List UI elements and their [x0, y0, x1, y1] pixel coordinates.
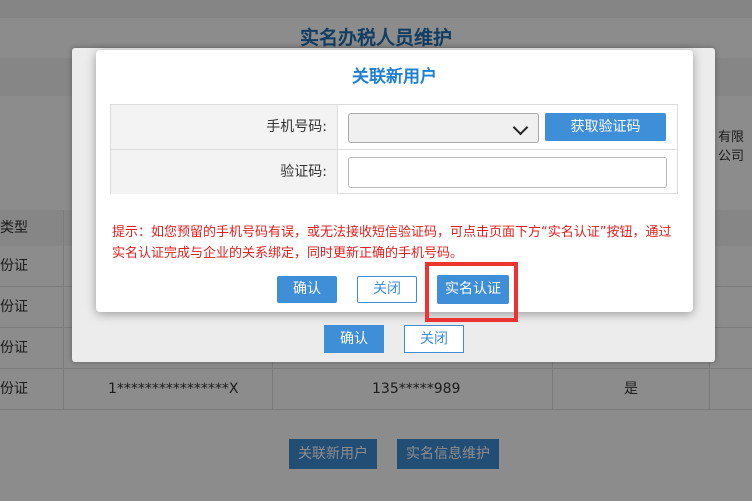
close-button[interactable]: 关闭 — [357, 276, 417, 303]
phone-label: 手机号码: — [111, 105, 338, 149]
code-input[interactable] — [348, 157, 667, 188]
code-label: 验证码: — [111, 150, 338, 194]
confirm-button[interactable]: 确认 — [277, 276, 337, 303]
phone-row: 手机号码: 获取验证码 — [111, 105, 677, 150]
hint-text: 提示：如您预留的手机号码有误，或无法接收短信验证码，可点击页面下方“实名认证”按… — [112, 225, 672, 261]
dialog-title: 关联新用户 — [352, 67, 437, 87]
chevron-down-icon — [512, 119, 529, 136]
outer-close-button[interactable]: 关闭 — [404, 325, 464, 353]
link-user-dialog: 关联新用户 手机号码: 获取验证码 验证码: 提示：如您预留的手机号码有误，或无… — [96, 50, 693, 312]
highlight-frame — [425, 262, 518, 322]
phone-select[interactable] — [348, 113, 539, 143]
form-table: 手机号码: 获取验证码 验证码: — [110, 104, 678, 194]
code-row: 验证码: — [111, 150, 677, 194]
outer-confirm-button[interactable]: 确认 — [324, 325, 384, 353]
get-code-button[interactable]: 获取验证码 — [545, 113, 666, 141]
